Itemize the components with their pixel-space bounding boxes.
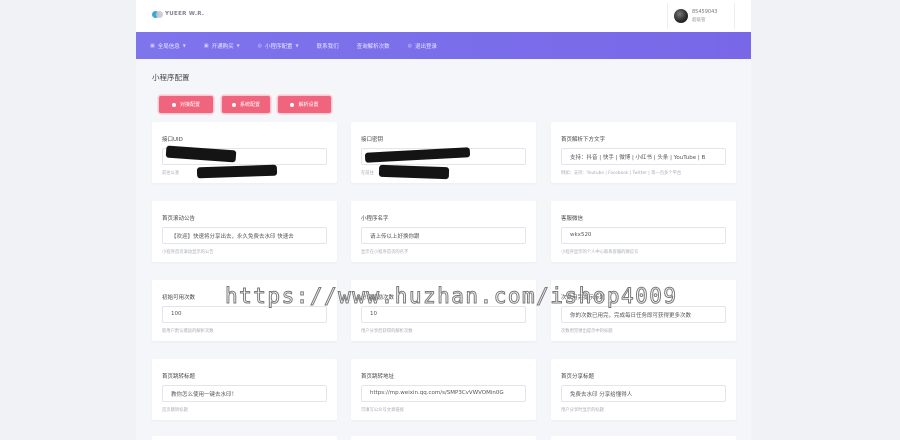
admin-page: YUEER W.R. 85459043 超级管 ▣ 全局信息 ▼ ▣ 开通购买 … — [136, 0, 751, 440]
nav-item-query-count[interactable]: 查询解析次数 — [357, 42, 390, 50]
user-role: 超级管 — [692, 18, 706, 23]
nav-label: 查询解析次数 — [356, 43, 390, 50]
field-help: 用户分享时显示的标题 — [561, 408, 604, 413]
page-title: 小程序配置 — [152, 73, 190, 82]
field-label: 首页跳转标题 — [162, 374, 196, 380]
field-help: 次数用完弹出提示中的标题 — [561, 329, 613, 334]
card-partial — [152, 436, 337, 440]
field-help: 新用户默认赠送的解析次数 — [162, 329, 214, 334]
nav-item-logout[interactable]: ◎ 退出登录 — [408, 42, 437, 50]
integration-config-button[interactable]: 对接配置 — [159, 96, 213, 113]
dot-icon — [290, 102, 295, 107]
card-jump-url: 首页跳转地址 https://mp.weixin.qq.com/s/SMP3Cv… — [351, 359, 536, 420]
field-label: 首页跳转地址 — [361, 374, 395, 380]
card-partial — [351, 436, 536, 440]
redaction-mark — [378, 164, 450, 180]
dot-icon — [231, 102, 236, 107]
field-help: 用户分享后获得的解析次数 — [361, 329, 413, 334]
field-help: 首页跳转标题 — [162, 408, 188, 413]
user-name: 85459043 — [692, 9, 718, 15]
nav-item-global-info[interactable]: ▣ 全局信息 ▼ — [150, 42, 186, 50]
field-help: 小程序显示的个人中心联系客服的微信号 — [561, 250, 639, 255]
field-label: 接口UID — [162, 137, 183, 143]
card-partial — [551, 436, 736, 440]
field-label: 接口密钥 — [361, 137, 384, 143]
jump-url-input[interactable]: https://mp.weixin.qq.com/s/SMP3CvVWVOMin… — [361, 385, 526, 402]
nav-label: 小程序配置 — [265, 43, 293, 50]
chevron-down-icon: ▼ — [236, 43, 240, 48]
grid-icon: ▣ — [150, 42, 155, 49]
share-reward-input[interactable]: 10 — [361, 306, 526, 323]
field-help: 例如：支持：Youtube | Facebook | Twitter | 等一百… — [561, 171, 682, 176]
card-app-name: 小程序名字 请上传以上好换你跟 显示在小程序首页的名字 — [351, 201, 536, 262]
nav-item-miniprogram-config[interactable]: ◎ 小程序配置 ▼ — [258, 42, 299, 50]
share-title-input[interactable]: 免费去水印 分享给懂得人 — [561, 385, 726, 402]
card-announcement: 首页滚动公告 【欢迎】快速将分享出去，永久免费去水印 快速去 小程序首页滚动显示… — [152, 201, 337, 262]
user-menu[interactable]: 85459043 超级管 — [667, 3, 735, 29]
field-label: 初始可用次数 — [162, 295, 196, 301]
card-api-secret: 接口密钥 在前往 — [351, 122, 536, 183]
card-share-title: 首页分享标题 免费去水印 分享给懂得人 用户分享时显示的标题 — [551, 359, 736, 420]
card-api-uid: 接口UID 前往以查 — [152, 122, 337, 183]
system-config-button[interactable]: 系统配置 — [222, 96, 270, 113]
card-home-text: 首页解析下方文字 支持：抖音 | 快手 | 微博 | 小红书 | 头条 | Yo… — [551, 122, 736, 183]
field-label: 客服微信 — [561, 216, 584, 222]
logo-icon — [152, 11, 163, 20]
dot-icon — [171, 102, 176, 107]
card-jump-title: 首页跳转标题 教你怎么使用一键去水印！ 首页跳转标题 — [152, 359, 337, 420]
redaction-mark — [196, 164, 278, 179]
parse-settings-button[interactable]: 解析设置 — [278, 96, 331, 113]
watermark-text: https://www.huzhan.com/ishop4009 — [225, 284, 678, 309]
power-icon: ◎ — [407, 42, 413, 49]
app-name-input[interactable]: 请上传以上好换你跟 — [361, 227, 526, 244]
announcement-input[interactable]: 【欢迎】快速将分享出去，永久免费去水印 快速去 — [162, 227, 327, 244]
field-label: 首页滚动公告 — [162, 216, 196, 222]
top-bar: YUEER W.R. 85459043 超级管 — [136, 0, 751, 32]
grid-icon: ▣ — [203, 42, 209, 49]
chevron-down-icon: ▼ — [182, 43, 186, 48]
home-text-input[interactable]: 支持：抖音 | 快手 | 微博 | 小红书 | 头条 | YouTube | B — [561, 148, 726, 165]
field-label: 首页分享标题 — [561, 374, 595, 380]
nav-label: 开通购买 — [211, 43, 234, 50]
card-service-wechat: 客服微信 wkx520 小程序显示的个人中心联系客服的微信号 — [551, 201, 736, 262]
nav-item-purchase[interactable]: ▣ 开通购买 ▼ — [204, 42, 240, 50]
field-label: 首页解析下方文字 — [561, 137, 606, 143]
field-label: 小程序名字 — [361, 216, 389, 222]
field-help: 显示在小程序首页的名字 — [361, 250, 409, 255]
nav-item-contact[interactable]: 联系我们 — [317, 42, 339, 50]
nav-label: 退出登录 — [415, 43, 438, 50]
avatar — [674, 9, 688, 23]
button-label: 系统配置 — [239, 102, 260, 108]
field-help: 可填写公众号文章链接 — [361, 408, 404, 413]
main-nav: ▣ 全局信息 ▼ ▣ 开通购买 ▼ ◎ 小程序配置 ▼ 联系我们 查询解析次数 … — [136, 32, 751, 59]
field-help: 小程序首页滚动显示的公告 — [162, 250, 214, 255]
jump-title-input[interactable]: 教你怎么使用一键去水印！ — [162, 385, 327, 402]
service-wechat-input[interactable]: wkx520 — [561, 227, 726, 244]
nav-label: 全局信息 — [157, 43, 180, 50]
button-label: 对接配置 — [179, 102, 200, 108]
circle-icon: ◎ — [257, 42, 263, 49]
nav-label: 联系我们 — [316, 43, 339, 50]
logo-text: YUEER W.R. — [165, 11, 205, 17]
initial-count-input[interactable]: 100 — [162, 306, 327, 323]
chevron-down-icon: ▼ — [295, 43, 299, 48]
button-label: 解析设置 — [298, 102, 319, 108]
exhausted-title-input[interactable]: 你的次数已用完，完成每日任务即可获得更多次数 — [561, 306, 726, 323]
